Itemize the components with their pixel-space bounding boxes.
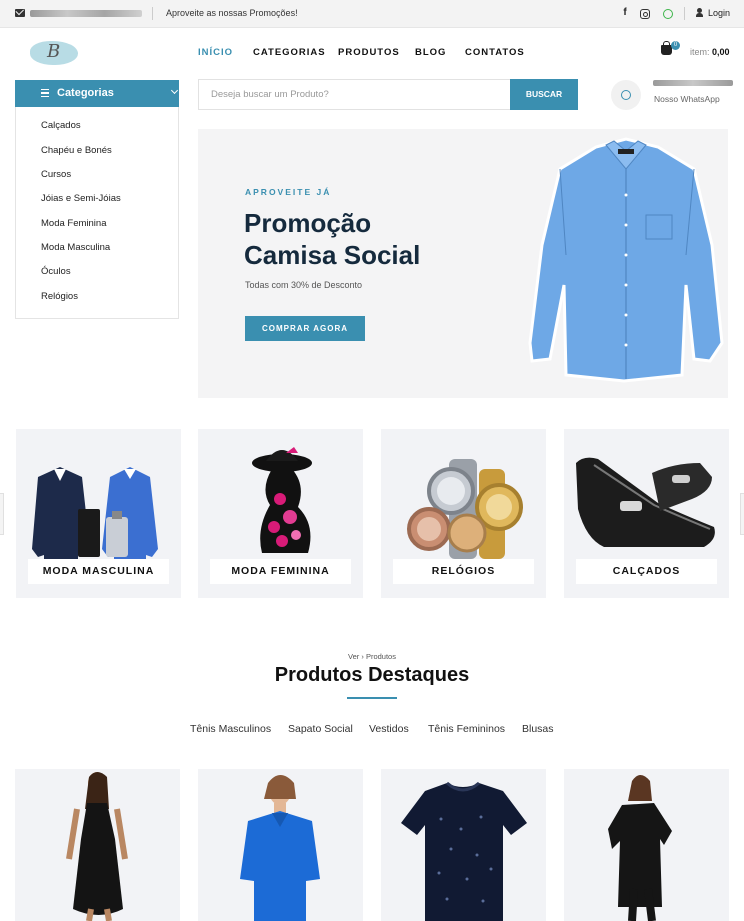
menu-icon [41,89,49,97]
hero-subtitle: Todas com 30% de Desconto [245,280,363,290]
category-card-moda-masculina[interactable]: MODA MASCULINA [16,429,181,598]
product-card[interactable] [198,769,363,921]
category-link[interactable]: Relógios [41,291,78,302]
category-link[interactable]: Cursos [41,169,71,180]
category-card-moda-feminina[interactable]: MODA FEMININA [198,429,363,598]
tab-sapato-social[interactable]: Sapato Social [288,723,353,735]
divider [152,7,153,20]
category-link[interactable]: Jóias e Semi-Jóias [41,193,121,204]
whatsapp-contact-icon[interactable] [611,80,641,110]
category-card-relogios[interactable]: RELÓGIOS [381,429,546,598]
title-underline [347,697,397,699]
hero-banner: APROVEITE JÁ Promoção Camisa Social Toda… [198,129,728,398]
hero-kicker: APROVEITE JÁ [245,187,332,197]
nav-produtos[interactable]: PRODUTOS [338,47,400,58]
categories-title: Categorias [57,87,114,99]
user-icon[interactable] [696,8,703,18]
logo-letter: B [47,41,61,62]
category-link[interactable]: Moda Feminina [41,218,106,229]
whatsapp-icon [621,90,631,100]
cart-label: item: [690,47,710,57]
nav-inicio[interactable]: INÍCIO [198,47,233,58]
whatsapp-icon[interactable] [663,9,673,19]
tab-vestidos[interactable]: Vestidos [369,723,409,735]
promo-text: Aproveite as nossas Promoções! [166,8,298,18]
nav-categorias[interactable]: CATEGORIAS [253,47,326,58]
carousel-prev-arrow[interactable] [0,493,4,535]
hero-title-line1: Promoção [244,208,372,238]
search-button[interactable]: BUSCAR [510,79,578,110]
search-box [198,79,510,110]
category-link[interactable]: Chapéu e Bonés [41,145,112,156]
category-card-label: MODA MASCULINA [28,559,169,584]
mail-icon [15,9,25,17]
product-card[interactable] [564,769,729,921]
shop-now-button[interactable]: COMPRAR AGORA [245,316,365,341]
instagram-icon[interactable] [640,9,650,19]
hero-title-line2: Camisa Social [244,240,421,270]
hero-title: Promoção Camisa Social [244,207,474,271]
blue-polo-image [240,775,320,921]
category-link[interactable]: Moda Masculina [41,242,110,253]
categories-list: Calçados Chapéu e Bonés Cursos Jóias e S… [15,107,179,319]
category-card-label: MODA FEMININA [210,559,351,584]
category-link[interactable]: Calçados [41,120,81,131]
featured-breadcrumb: Ver › Produtos [348,652,396,661]
cart-count-badge: 0 [671,41,680,50]
category-card-label: CALÇADOS [576,559,717,584]
black-dress-image [66,772,128,921]
product-card[interactable] [381,769,546,921]
featured-title: Produtos Destaques [274,664,470,686]
product-card[interactable] [15,769,180,921]
top-bar: Aproveite as nossas Promoções! f Login [0,0,744,28]
cart-total: 0,00 [712,47,730,57]
categories-toggle[interactable]: Categorias [15,80,179,107]
divider [684,7,685,20]
cart-summary[interactable]: item: 0,00 [690,47,730,57]
tab-tenis-masculinos[interactable]: Tênis Masculinos [190,723,271,735]
shirt-image [528,137,724,383]
category-card-calcados[interactable]: CALÇADOS [564,429,729,598]
login-link[interactable]: Login [708,8,730,18]
nav-blog[interactable]: BLOG [415,47,446,58]
search-input[interactable] [199,80,509,109]
category-link[interactable]: Óculos [41,266,71,277]
navy-tshirt-image [401,781,527,921]
carousel-next-arrow[interactable] [740,493,744,535]
chevron-down-icon [170,86,179,95]
whatsapp-label: Nosso WhatsApp [654,94,720,104]
category-card-label: RELÓGIOS [393,559,534,584]
tab-blusas[interactable]: Blusas [522,723,554,735]
facebook-icon[interactable]: f [619,7,631,18]
tab-tenis-femininos[interactable]: Tênis Femininos [428,723,505,735]
nav-contatos[interactable]: CONTATOS [465,47,525,58]
whatsapp-number-redacted [653,80,733,86]
email-redacted [30,10,142,17]
site-logo[interactable]: B [30,38,78,68]
black-blouse-image [608,775,672,921]
